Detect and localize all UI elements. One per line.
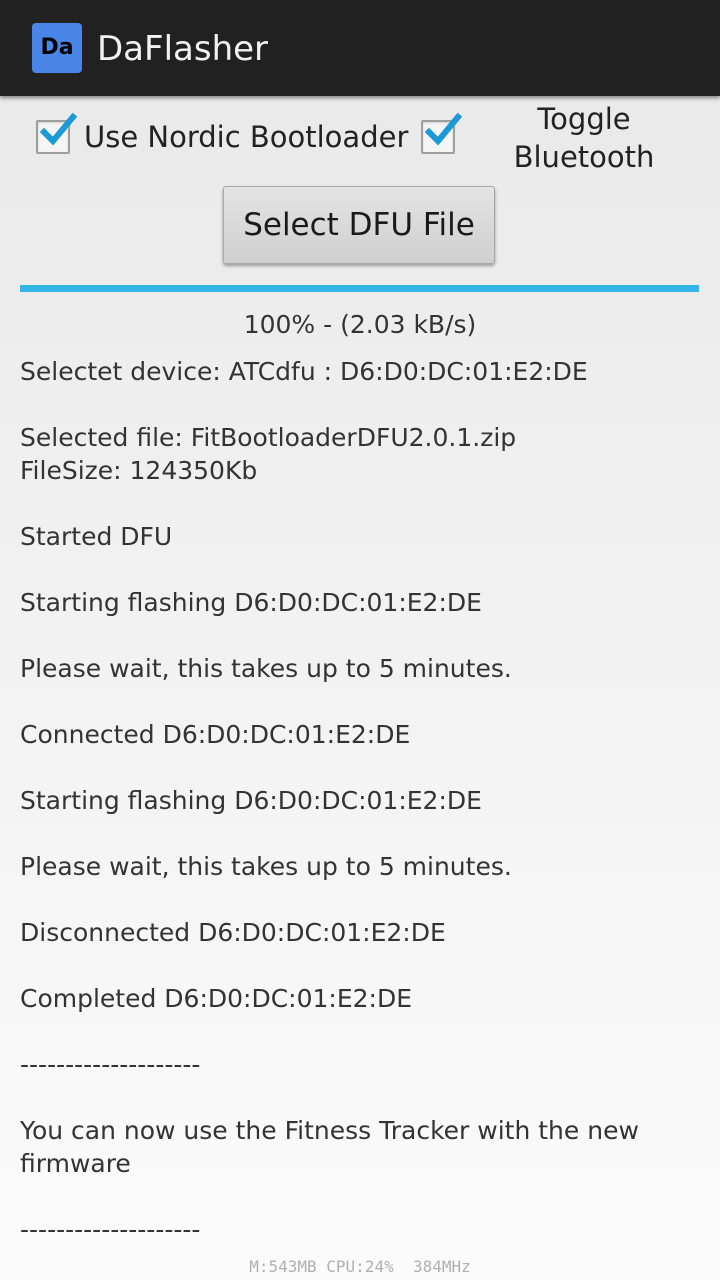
app-icon: Da bbox=[32, 23, 82, 73]
progress-bar-fill bbox=[20, 285, 699, 292]
log-line: Started DFU bbox=[20, 522, 173, 551]
select-dfu-file-button[interactable]: Select DFU File bbox=[223, 186, 495, 264]
app-bar: Da DaFlasher bbox=[0, 0, 720, 96]
log-line: Starting flashing D6:D0:DC:01:E2:DE bbox=[20, 588, 482, 617]
checkmark-icon bbox=[424, 112, 463, 146]
toggle-bluetooth-label[interactable]: Toggle Bluetooth bbox=[500, 100, 668, 176]
log-line: Please wait, this takes up to 5 minutes. bbox=[20, 654, 512, 683]
log-line: Completed D6:D0:DC:01:E2:DE bbox=[20, 984, 412, 1013]
log-separator: -------------------- bbox=[20, 1215, 201, 1244]
log-line: Please wait, this takes up to 5 minutes. bbox=[20, 852, 512, 881]
progress-bar bbox=[20, 285, 699, 292]
log-separator: -------------------- bbox=[20, 1050, 201, 1079]
nordic-bootloader-checkbox[interactable] bbox=[36, 112, 78, 154]
log-line: Starting flashing D6:D0:DC:01:E2:DE bbox=[20, 786, 482, 815]
nordic-bootloader-label[interactable]: Use Nordic Bootloader bbox=[84, 115, 408, 159]
log-line: You can now use the Fitness Tracker with… bbox=[20, 1116, 639, 1178]
app-title: DaFlasher bbox=[97, 29, 269, 69]
system-stats-overlay: M:543MB CPU:24% 384MHz bbox=[249, 1257, 471, 1276]
log-line: Selectet device: ATCdfu : D6:D0:DC:01:E2… bbox=[20, 357, 588, 386]
checkmark-icon bbox=[39, 112, 78, 146]
log-line: FileSize: 124350Kb bbox=[20, 456, 258, 485]
toggle-bluetooth-checkbox[interactable] bbox=[421, 112, 463, 154]
log-output: Selectet device: ATCdfu : D6:D0:DC:01:E2… bbox=[20, 355, 700, 1246]
log-line: Selected file: FitBootloaderDFU2.0.1.zip bbox=[20, 423, 517, 452]
log-line: Disconnected D6:D0:DC:01:E2:DE bbox=[20, 918, 446, 947]
log-line: Connected D6:D0:DC:01:E2:DE bbox=[20, 720, 411, 749]
progress-text: 100% - (2.03 kB/s) bbox=[243, 310, 477, 339]
